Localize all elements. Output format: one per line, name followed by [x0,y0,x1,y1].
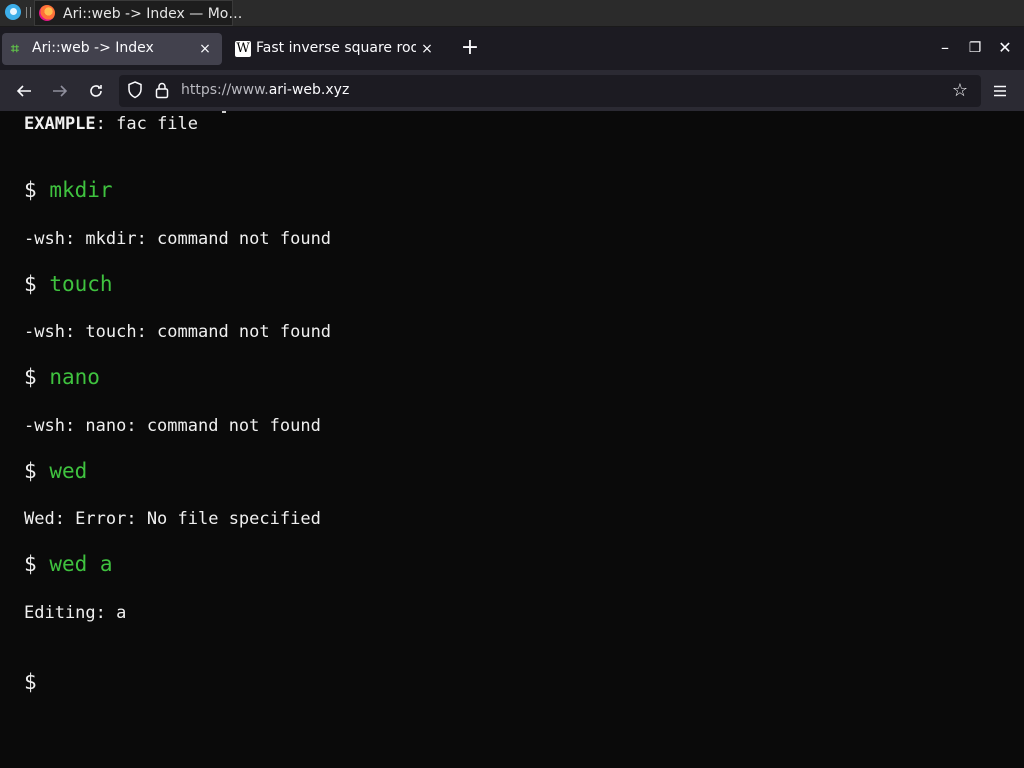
pager-icon[interactable] [26,7,31,18]
command-text: nano [49,365,100,389]
command-line: $ nano [24,365,100,389]
url-host: ari-web.xyz [268,82,350,98]
navigation-toolbar: https://www.ari-web.xyz ☆ [0,70,1024,111]
url-scheme: https://www. [181,82,269,98]
prompt-symbol: $ [24,178,37,202]
minimize-button[interactable]: – [931,34,959,62]
tab-strip: ⌗ Ari::web -> Index × W Fast inverse squ… [0,27,1024,70]
hamburger-menu-icon [994,85,1006,97]
clipped-text-fragment [222,111,226,113]
menu-button[interactable] [986,77,1014,105]
example-label: EXAMPLE [24,114,96,134]
wikipedia-icon: W [235,41,251,57]
command-line: $ touch [24,272,113,296]
command-text: wed [49,459,88,483]
command-text: touch [49,272,113,296]
taskbar-window-button[interactable]: Ari::web -> Index — Mo… [34,0,242,26]
firefox-icon [39,5,55,21]
new-tab-button[interactable]: + [458,34,482,62]
maximize-button[interactable]: ❐ [961,34,989,62]
reload-button[interactable] [82,77,110,105]
prompt-symbol: $ [24,365,37,389]
lock-icon[interactable] [155,81,173,101]
address-bar[interactable]: https://www.ari-web.xyz ☆ [119,75,981,107]
os-taskbar: Ari::web -> Index — Mo… [0,0,1024,27]
reload-icon [90,85,102,97]
command-text: wed a [49,552,113,576]
bookmark-star-icon[interactable]: ☆ [947,78,973,104]
prompt-symbol: $ [24,670,37,694]
close-window-button[interactable]: ✕ [991,34,1019,62]
tab-label: Ari::web -> Index [32,40,154,56]
example-line: EXAMPLE: fac file [24,114,198,134]
tracking-protection-icon[interactable] [127,81,145,101]
url-text[interactable]: https://www.ari-web.xyz [181,82,349,98]
command-output: Editing: a [24,603,127,623]
command-output: -wsh: touch: command not found [24,322,332,342]
command-output: -wsh: nano: command not found [24,416,321,436]
back-button[interactable] [10,77,38,105]
terminal-page[interactable]: EXAMPLE: fac file $ mkdir -wsh: mkdir: c… [0,111,1024,768]
forward-button[interactable] [46,77,74,105]
command-line: $ wed [24,459,87,483]
close-tab-icon[interactable]: × [194,37,216,61]
example-text: : fac file [95,114,199,134]
command-line: $ mkdir [24,178,113,202]
app-launcher-icon[interactable] [5,4,21,20]
command-line: $ wed a [24,552,113,576]
command-output: -wsh: mkdir: command not found [24,229,332,249]
command-output: Wed: Error: No file specified [24,509,321,529]
ari-web-icon: ⌗ [11,41,19,57]
taskbar-window-title: Ari::web -> Index — Mo… [63,6,243,22]
command-text: mkdir [49,178,113,202]
prompt-symbol: $ [24,459,37,483]
forward-arrow-icon [53,85,68,97]
prompt-symbol: $ [24,272,37,296]
back-arrow-icon [16,85,31,97]
close-tab-icon[interactable]: × [416,37,438,61]
prompt-symbol: $ [24,552,37,576]
tab-fast-inverse-square-root[interactable]: W Fast inverse square root × [226,33,444,65]
tab-label: Fast inverse square root [256,40,416,56]
tab-ari-web[interactable]: ⌗ Ari::web -> Index × [2,33,222,65]
active-prompt-line[interactable]: $ [24,670,37,694]
